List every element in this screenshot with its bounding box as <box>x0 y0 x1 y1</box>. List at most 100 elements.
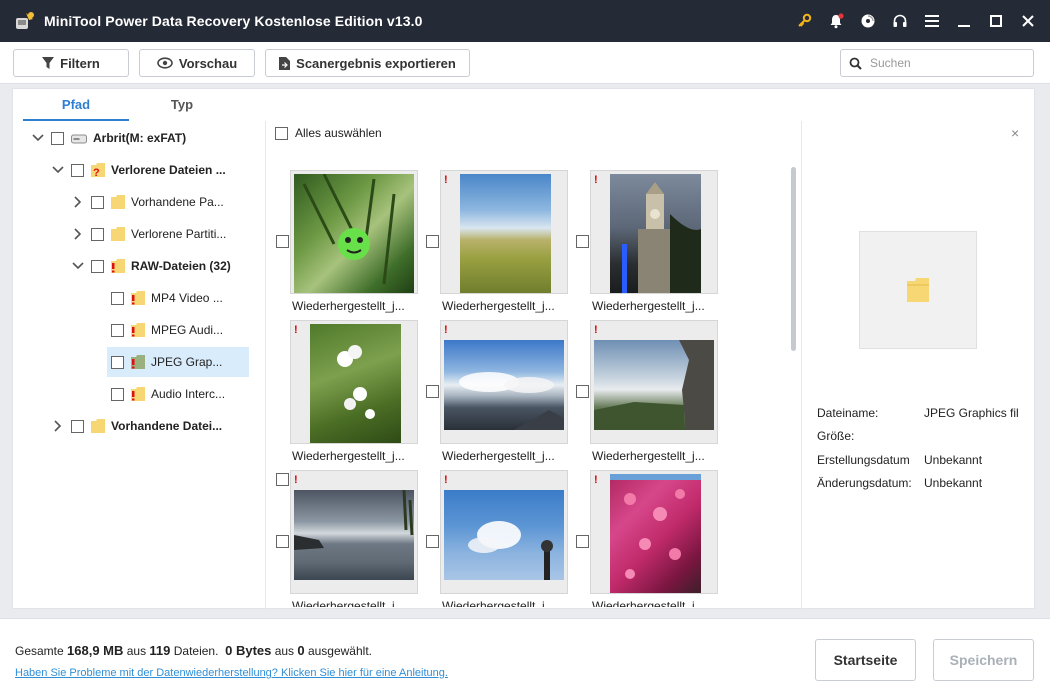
tree-label: RAW-Dateien (32) <box>131 259 231 273</box>
file-checkbox[interactable] <box>426 535 439 548</box>
file-checkbox[interactable] <box>426 385 439 398</box>
scan-summary: Gesamte 168,9 MB aus 119 Dateien. 0 Byte… <box>15 643 372 658</box>
chevron-down-icon[interactable] <box>71 259 85 273</box>
file-thumbnail[interactable]: ! <box>590 170 718 294</box>
warning-mark: ! <box>444 324 448 336</box>
close-icon[interactable] <box>1012 0 1044 42</box>
file-thumbnail[interactable]: ! <box>440 170 568 294</box>
tree-label: MPEG Audi... <box>151 323 224 337</box>
search-box[interactable] <box>840 49 1034 77</box>
tree-item-drive[interactable]: Arbrit(M: exFAT) <box>31 125 186 151</box>
tree-item-existing-files[interactable]: Vorhandene Datei... <box>51 413 222 439</box>
home-button[interactable]: Startseite <box>815 639 916 681</box>
chevron-down-icon[interactable] <box>51 163 65 177</box>
checkbox[interactable] <box>71 419 84 433</box>
created-value: Unbekannt <box>924 453 983 467</box>
save-button[interactable]: Speichern <box>933 639 1034 681</box>
minimize-icon[interactable] <box>948 0 980 42</box>
chevron-down-icon[interactable] <box>31 131 45 145</box>
file-thumbnail[interactable]: ! <box>290 170 418 294</box>
file-thumbnail[interactable]: ! <box>440 470 568 594</box>
scrollbar[interactable] <box>791 167 796 351</box>
preview-button[interactable]: Vorschau <box>139 49 255 77</box>
file-name: Wiederhergestellt_j... <box>442 299 555 313</box>
file-thumbnail[interactable]: ! <box>590 320 718 444</box>
image-file-icon <box>131 354 145 370</box>
chevron-right-icon[interactable] <box>51 419 65 433</box>
chevron-right-icon[interactable] <box>71 227 85 241</box>
key-icon[interactable] <box>788 0 820 42</box>
select-all-label: Alles auswählen <box>295 126 382 140</box>
file-checkbox[interactable] <box>576 235 589 248</box>
tree-item-jpeg[interactable]: JPEG Grap... <box>107 347 249 377</box>
file-thumbnail[interactable]: ! <box>290 470 418 594</box>
headset-icon[interactable] <box>884 0 916 42</box>
file-checkbox[interactable] <box>276 535 289 548</box>
file-name: Wiederhergestellt_j... <box>292 599 405 607</box>
tree-item-mpeg[interactable]: MPEG Audi... <box>111 317 223 343</box>
maximize-icon[interactable] <box>980 0 1012 42</box>
file-name: Wiederhergestellt_j... <box>592 299 705 313</box>
drive-icon <box>71 133 87 144</box>
file-name: Wiederhergestellt_j... <box>592 599 705 607</box>
checkbox[interactable] <box>91 195 104 209</box>
close-preview-icon[interactable]: × <box>1011 125 1019 141</box>
chevron-right-icon[interactable] <box>71 195 85 209</box>
summary-text: ausgewählt. <box>304 644 372 658</box>
tree-item-mp4[interactable]: MP4 Video ... <box>111 285 223 311</box>
view-tabs: Pfad Typ <box>23 89 263 121</box>
app-logo <box>14 10 36 32</box>
warning-mark: ! <box>594 474 598 486</box>
file-thumbnail[interactable]: ! <box>290 320 418 444</box>
tree-item-existing-partition[interactable]: Vorhandene Pa... <box>71 189 224 215</box>
file-name: Wiederhergestellt_j... <box>292 449 405 463</box>
export-scan-button[interactable]: Scanergebnis exportieren <box>265 49 470 77</box>
modified-label: Änderungsdatum: <box>817 476 912 490</box>
tab-type[interactable]: Typ <box>129 89 235 121</box>
filename-label: Dateiname: <box>817 406 879 420</box>
tree-item-raw-files[interactable]: RAW-Dateien (32) <box>71 253 231 279</box>
folder-icon <box>111 226 125 242</box>
warning-mark: ! <box>294 474 298 486</box>
select-all[interactable]: Alles auswählen <box>275 125 382 141</box>
checkbox[interactable] <box>51 131 64 145</box>
warning-mark: ! <box>594 174 598 186</box>
file-checkbox[interactable] <box>276 473 289 486</box>
checkbox[interactable] <box>91 259 104 273</box>
checkbox[interactable] <box>71 163 84 177</box>
tab-path[interactable]: Pfad <box>23 89 129 121</box>
search-input[interactable] <box>870 56 1020 70</box>
disc-icon[interactable] <box>852 0 884 42</box>
checkbox[interactable] <box>111 355 124 369</box>
tree-item-lost-partition[interactable]: Verlorene Partiti... <box>71 221 226 247</box>
preview-image <box>859 231 977 349</box>
eye-icon <box>157 57 173 69</box>
created-label: Erstellungsdatum <box>817 453 910 467</box>
tree-item-audio[interactable]: Audio Interc... <box>111 381 225 407</box>
checkbox[interactable] <box>111 291 124 305</box>
thumbnail-grid: ! Wiederhergestellt_j... ! Wiederhergest… <box>275 167 787 607</box>
filter-button[interactable]: Filtern <box>13 49 129 77</box>
help-link[interactable]: Haben Sie Probleme mit der Datenwiederhe… <box>15 667 448 679</box>
file-thumbnail[interactable]: ! <box>590 470 718 594</box>
checkbox[interactable] <box>91 227 104 241</box>
tree-label: Verlorene Dateien ... <box>111 163 226 177</box>
file-checkbox[interactable] <box>576 385 589 398</box>
file-checkbox[interactable] <box>276 235 289 248</box>
tree-label: Audio Interc... <box>151 387 226 401</box>
file-name: Wiederhergestellt_j... <box>442 449 555 463</box>
menu-icon[interactable] <box>916 0 948 42</box>
raw-file-icon <box>131 290 145 306</box>
bell-icon[interactable] <box>820 0 852 42</box>
checkbox[interactable] <box>111 387 124 401</box>
checkbox[interactable] <box>111 323 124 337</box>
export-scan-button-label: Scanergebnis exportieren <box>296 55 456 71</box>
raw-file-icon <box>131 322 145 338</box>
size-label: Größe: <box>817 429 855 443</box>
file-checkbox[interactable] <box>576 535 589 548</box>
file-thumbnail[interactable]: ! <box>440 320 568 444</box>
toolbar: Filtern Vorschau Scanergebnis exportiere… <box>0 42 1050 84</box>
select-all-checkbox[interactable] <box>275 126 288 140</box>
tree-item-lost-files[interactable]: ? Verlorene Dateien ... <box>51 157 226 183</box>
file-checkbox[interactable] <box>426 235 439 248</box>
